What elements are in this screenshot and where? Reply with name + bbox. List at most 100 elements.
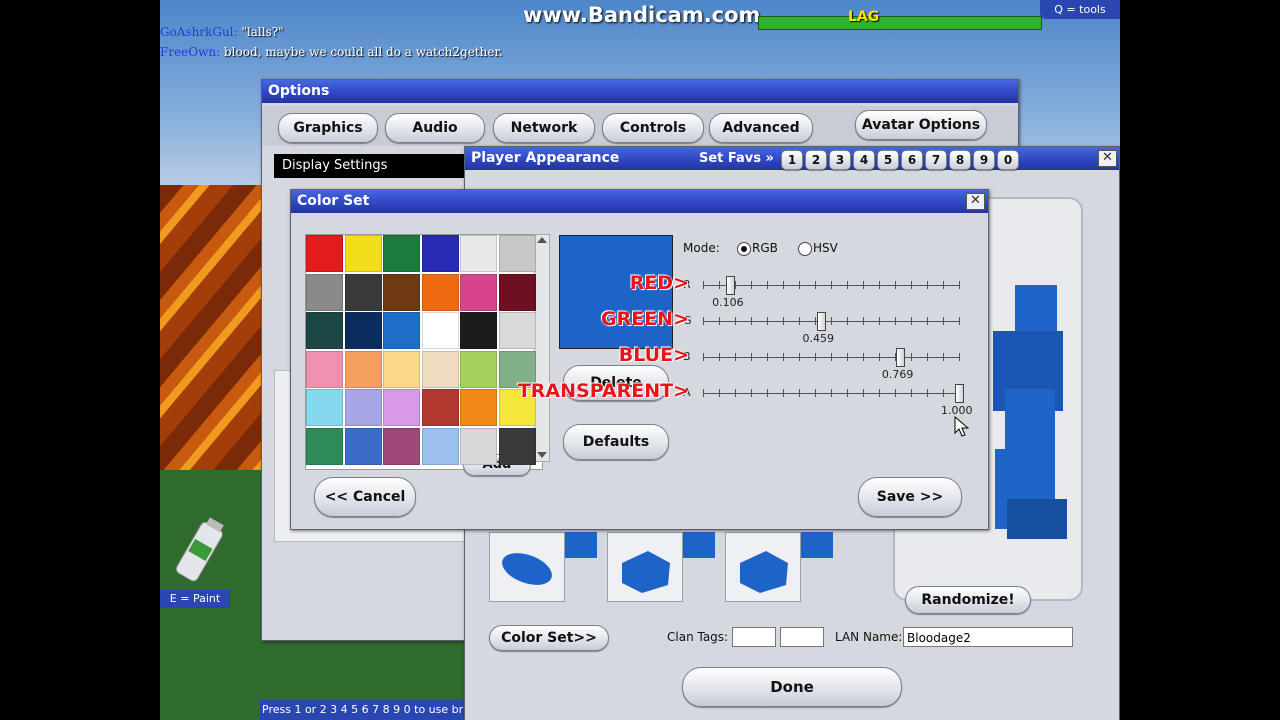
palette-swatch[interactable] — [344, 389, 382, 426]
palette-swatch[interactable] — [421, 273, 459, 311]
display-settings-header: Display Settings — [274, 154, 466, 178]
slider-tick — [751, 353, 752, 361]
brick-color-swatch[interactable] — [801, 532, 833, 558]
fav-slot-button[interactable]: 4 — [853, 150, 875, 170]
palette-swatch[interactable] — [344, 235, 382, 272]
palette-swatch[interactable] — [421, 427, 459, 465]
fav-slot-button[interactable]: 6 — [901, 150, 923, 170]
fav-slot-button[interactable]: 9 — [973, 150, 995, 170]
fav-slot-button[interactable]: 5 — [877, 150, 899, 170]
palette-swatch[interactable] — [306, 350, 343, 388]
slider-tick — [703, 281, 704, 289]
done-button[interactable]: Done — [682, 667, 902, 707]
palette-swatch[interactable] — [383, 427, 420, 465]
slider-tick — [895, 389, 896, 397]
clan-tag-field-1[interactable] — [732, 627, 776, 647]
fav-slot-button[interactable]: 0 — [997, 150, 1019, 170]
palette-swatch[interactable] — [383, 312, 420, 349]
palette-swatch[interactable] — [498, 427, 536, 465]
slider-thumb[interactable] — [816, 312, 826, 331]
lan-name-field[interactable]: Bloodage2 — [903, 627, 1073, 647]
fav-slot-button[interactable]: 7 — [925, 150, 947, 170]
slider-thumb[interactable] — [895, 348, 905, 367]
palette-swatch[interactable] — [498, 235, 536, 272]
slider-tick — [719, 389, 720, 397]
hsv-radio[interactable] — [798, 242, 812, 256]
palette-swatch[interactable] — [383, 350, 420, 388]
palette-swatch[interactable] — [306, 273, 343, 311]
fav-slot-button[interactable]: 2 — [805, 150, 827, 170]
brick-slot[interactable] — [607, 532, 683, 602]
player-appearance-title-text: Player Appearance — [471, 150, 620, 166]
fav-slot-button[interactable]: 3 — [829, 150, 851, 170]
palette-swatch[interactable] — [344, 427, 382, 465]
palette-swatch[interactable] — [460, 389, 497, 426]
palette-swatch[interactable] — [460, 350, 497, 388]
set-favs-label[interactable]: Set Favs » — [695, 150, 778, 168]
palette-swatch[interactable] — [460, 427, 497, 465]
palette-swatch[interactable] — [460, 312, 497, 349]
palette-swatch[interactable] — [460, 273, 497, 311]
slider-tick — [815, 353, 816, 361]
palette-swatch[interactable] — [421, 389, 459, 426]
palette-swatch[interactable] — [421, 312, 459, 349]
clan-tag-field-2[interactable] — [780, 627, 824, 647]
chat-name: FreeOwn: — [160, 45, 221, 59]
palette-swatch[interactable] — [306, 389, 343, 426]
palette-swatch[interactable] — [306, 427, 343, 465]
palette-swatch[interactable] — [383, 389, 420, 426]
palette-swatch[interactable] — [306, 235, 343, 272]
slider-tick — [783, 353, 784, 361]
tab-audio[interactable]: Audio — [385, 113, 485, 143]
tab-graphics[interactable]: Graphics — [278, 113, 378, 143]
cancel-button[interactable]: << Cancel — [314, 477, 416, 517]
close-icon[interactable]: ✕ — [966, 193, 985, 210]
spray-can-icon[interactable] — [165, 512, 231, 590]
tab-network[interactable]: Network — [493, 113, 595, 143]
hotbar-hint: Press 1 or 2 3 4 5 6 7 8 9 0 to use bric… — [260, 700, 465, 720]
palette-swatch[interactable] — [306, 312, 343, 349]
palette-swatch[interactable] — [498, 273, 536, 311]
defaults-button[interactable]: Defaults — [563, 424, 669, 460]
rgb-radio-label[interactable]: RGB — [752, 241, 778, 255]
palette-swatch[interactable] — [344, 273, 382, 311]
tab-controls[interactable]: Controls — [602, 113, 704, 143]
avatar-options-button[interactable]: Avatar Options — [855, 110, 987, 140]
randomize-button[interactable]: Randomize! — [905, 586, 1031, 614]
close-icon[interactable]: ✕ — [1098, 150, 1117, 167]
brick-slot[interactable] — [725, 532, 801, 602]
brick-color-swatch[interactable] — [683, 532, 715, 558]
brick-slot[interactable] — [489, 532, 565, 602]
slider-thumb[interactable] — [955, 384, 964, 403]
slider-tick — [783, 317, 784, 325]
channel-annotation: TRANSPARENT> — [517, 380, 689, 402]
palette-swatch[interactable] — [344, 350, 382, 388]
slider-tick — [767, 353, 768, 361]
slider-tick — [719, 281, 720, 289]
slider-thumb[interactable] — [726, 276, 736, 295]
recorder-watermark: www.Bandicam.com — [523, 3, 761, 27]
rgb-radio[interactable] — [737, 242, 751, 256]
palette-swatch[interactable] — [344, 312, 382, 349]
slider-tick — [863, 281, 864, 289]
color-set-title: Color Set — [291, 190, 988, 213]
palette-swatch[interactable] — [498, 312, 536, 349]
hsv-radio-label[interactable]: HSV — [813, 241, 838, 255]
palette-swatch[interactable] — [383, 235, 420, 272]
save-button[interactable]: Save >> — [858, 477, 962, 517]
palette-swatch[interactable] — [383, 273, 420, 311]
scroll-up-icon[interactable] — [537, 237, 547, 243]
palette-swatch[interactable] — [460, 235, 497, 272]
fav-slot-button[interactable]: 1 — [781, 150, 803, 170]
fav-slot-button[interactable]: 8 — [949, 150, 971, 170]
slider-tick — [911, 389, 912, 397]
palette-swatch[interactable] — [421, 235, 459, 272]
palette-swatch[interactable] — [421, 350, 459, 388]
slider-tick — [959, 317, 960, 325]
slider-tick — [799, 353, 800, 361]
color-set-button[interactable]: Color Set>> — [489, 625, 609, 651]
tab-advanced[interactable]: Advanced — [709, 113, 813, 143]
scroll-down-icon[interactable] — [537, 452, 547, 458]
palette-scrollbar[interactable] — [534, 234, 550, 462]
brick-color-swatch[interactable] — [565, 532, 597, 558]
